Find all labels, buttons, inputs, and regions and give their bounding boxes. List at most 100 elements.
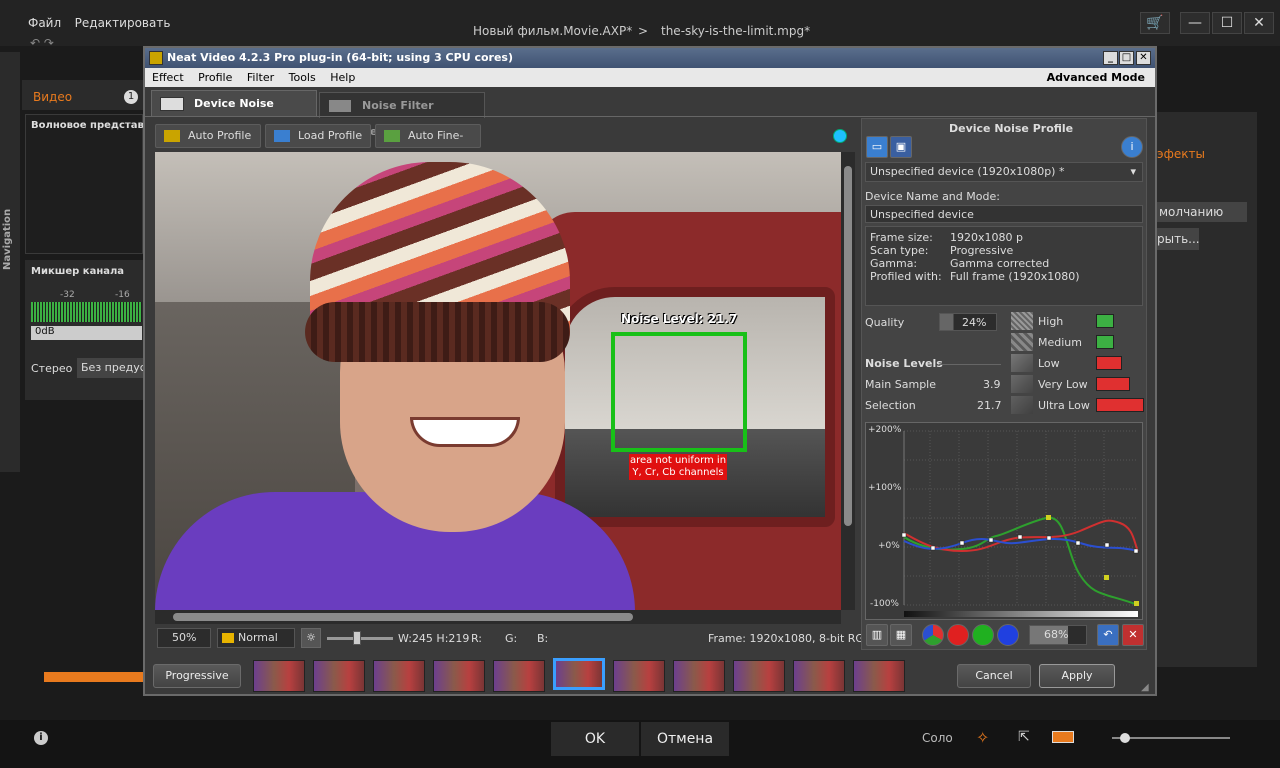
zoom-dropdown[interactable]: 50%: [157, 628, 211, 648]
menu-help[interactable]: Help: [330, 71, 355, 84]
resize-grip-icon[interactable]: ◢: [1141, 682, 1149, 693]
frame-thumbnail[interactable]: [613, 660, 665, 692]
dialog-menubar: Effect Profile Filter Tools Help Advance…: [145, 68, 1155, 87]
frame-thumbnail[interactable]: [253, 660, 305, 692]
brightness-slider-thumb[interactable]: [353, 631, 361, 645]
minimize-button[interactable]: —: [1180, 12, 1210, 34]
info-value: Full frame (1920x1080): [950, 270, 1080, 283]
frame-thumbnail[interactable]: [853, 660, 905, 692]
menu-effect[interactable]: Effect: [152, 71, 184, 84]
brightness-icon[interactable]: ☼: [301, 628, 321, 648]
level-ultra-low-swatch[interactable]: [1096, 398, 1144, 412]
scan-type-dropdown[interactable]: Progressive: [153, 664, 241, 688]
graph-label-0: +0%: [878, 541, 900, 551]
frame-thumbnail[interactable]: [373, 660, 425, 692]
frame-thumbnail[interactable]: [793, 660, 845, 692]
view-mode-label: Normal: [238, 631, 278, 644]
divider: [939, 364, 1001, 365]
blue-channel-icon[interactable]: [997, 624, 1019, 646]
waveform-panel: [25, 114, 143, 254]
dialog-maximize-button[interactable]: □: [1119, 51, 1134, 65]
v-scroll-thumb[interactable]: [844, 166, 852, 526]
info-value: Progressive: [950, 244, 1014, 257]
save-profile-icon[interactable]: ▣: [890, 136, 912, 158]
noise-graph[interactable]: +200% +100% +0% -100%: [865, 422, 1143, 620]
load-profile-button[interactable]: Load Profile: [265, 124, 371, 148]
auto-fine-tune-button[interactable]: Auto Fine-Tune: [375, 124, 481, 164]
horizontal-scrollbar[interactable]: [155, 610, 841, 624]
noise-texture-very-low-icon: [1011, 375, 1033, 393]
zoom-slider-thumb[interactable]: [1120, 733, 1130, 743]
target-icon[interactable]: ✧: [976, 728, 989, 747]
green-channel-icon[interactable]: [972, 624, 994, 646]
graph-label-neg100: -100%: [870, 599, 899, 609]
level-very-low-swatch[interactable]: [1096, 377, 1130, 391]
undo-icon[interactable]: ↶ ↷: [30, 36, 54, 50]
video-tab[interactable]: Видео: [33, 90, 72, 104]
red-channel-icon[interactable]: [947, 624, 969, 646]
menu-file[interactable]: Файл: [28, 16, 61, 30]
profile-select[interactable]: Unspecified device (1920x1080p) * ▾: [865, 162, 1143, 182]
cancel-button[interactable]: Cancel: [957, 664, 1031, 688]
noise-levels-label: Noise Levels: [865, 357, 943, 370]
graph-mode-2-icon[interactable]: ▦: [890, 624, 912, 646]
view-mode-icon: [222, 633, 234, 643]
navigation-label[interactable]: Navigation: [2, 209, 13, 270]
graph-mode-1-icon[interactable]: ▥: [866, 624, 888, 646]
dialog-minimize-button[interactable]: _: [1103, 51, 1118, 65]
menu-profile[interactable]: Profile: [198, 71, 232, 84]
level-high-swatch[interactable]: [1096, 314, 1114, 328]
open-button[interactable]: рыть...: [1157, 228, 1200, 250]
frame-thumbnail[interactable]: [433, 660, 485, 692]
level-medium-swatch[interactable]: [1096, 335, 1114, 349]
frame-thumbnail[interactable]: [673, 660, 725, 692]
info-icon[interactable]: i: [34, 731, 48, 745]
solo-label[interactable]: Соло: [922, 731, 953, 745]
reset-icon[interactable]: ✕: [1122, 624, 1144, 646]
menu-filter[interactable]: Filter: [247, 71, 274, 84]
open-profile-icon[interactable]: ▭: [866, 136, 888, 158]
preview-viewport[interactable]: Noise Level: 21.7 area not uniform in Y,…: [155, 152, 841, 610]
noise-sample-selection[interactable]: [611, 332, 747, 452]
frame-thumbnail-selected[interactable]: [553, 658, 605, 690]
export-icon[interactable]: ⇱: [1018, 729, 1030, 745]
effects-tab[interactable]: эфекты: [1157, 147, 1205, 161]
color-swatch-icon[interactable]: [1052, 731, 1074, 743]
level-low-swatch[interactable]: [1096, 356, 1122, 370]
cart-icon[interactable]: 🛒: [1140, 12, 1170, 34]
mode-label: Advanced Mode: [1046, 71, 1145, 84]
frame-thumbnail[interactable]: [313, 660, 365, 692]
apply-button[interactable]: Apply: [1039, 664, 1115, 688]
g-readout: G:: [505, 632, 518, 645]
dialog-close-button[interactable]: ✕: [1136, 51, 1151, 65]
vertical-scrollbar[interactable]: [841, 152, 855, 610]
tab-noise-filter-settings[interactable]: Noise Filter Settings: [319, 92, 485, 138]
menu-tools[interactable]: Tools: [289, 71, 316, 84]
undo-icon[interactable]: ↶: [1097, 624, 1119, 646]
auto-profile-button[interactable]: Auto Profile: [155, 124, 261, 148]
close-button[interactable]: ✕: [1244, 12, 1274, 34]
db-slider[interactable]: 0dB: [31, 326, 142, 340]
default-dropdown[interactable]: молчанию: [1157, 202, 1247, 222]
frame-thumbnail[interactable]: [733, 660, 785, 692]
frame-thumbnail[interactable]: [493, 660, 545, 692]
h-scroll-thumb[interactable]: [173, 613, 633, 621]
hat-brim: [305, 302, 570, 362]
maximize-button[interactable]: ☐: [1212, 12, 1242, 34]
camera-icon: [160, 97, 184, 111]
view-mode-dropdown[interactable]: Normal: [217, 628, 295, 648]
menu-edit[interactable]: Редактировать: [75, 16, 171, 30]
device-name-field[interactable]: Unspecified device: [865, 205, 1143, 223]
dialog-titlebar: Neat Video 4.2.3 Pro plug-in (64-bit; us…: [145, 48, 1155, 68]
level-meter: [31, 302, 142, 322]
host-ok-button[interactable]: OK: [551, 722, 639, 756]
breadcrumb-separator: >: [638, 24, 649, 38]
graph-zoom-field[interactable]: 68%: [1029, 625, 1087, 645]
help-icon[interactable]: i: [1121, 136, 1143, 158]
host-cancel-button[interactable]: Отмена: [641, 722, 729, 756]
preset-dropdown[interactable]: Без предус: [77, 358, 143, 378]
all-channels-icon[interactable]: [922, 624, 944, 646]
host-titlebar: [0, 0, 1280, 46]
profile-select-value: Unspecified device (1920x1080p) *: [870, 165, 1065, 178]
tab-device-noise-profile[interactable]: Device Noise Profile: [151, 90, 317, 136]
